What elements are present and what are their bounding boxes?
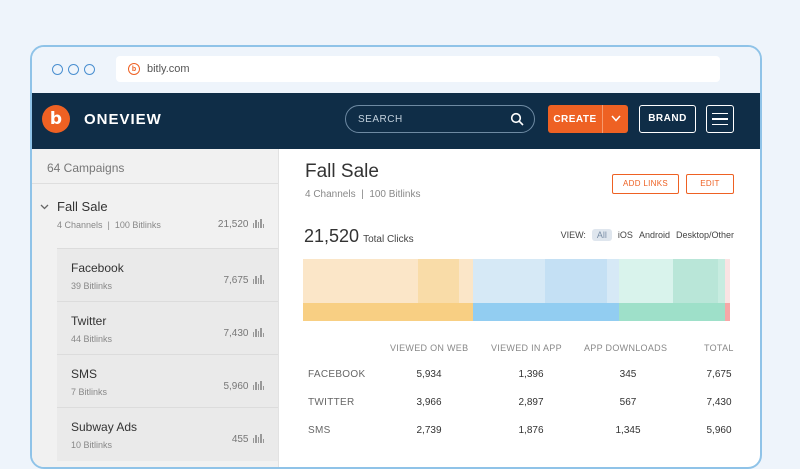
bar-chart-icon <box>252 434 264 443</box>
page-title: Fall Sale <box>305 161 379 182</box>
campaign-item-fall-sale[interactable]: Fall Sale 4 Channels | 100 Bitlinks 21,5… <box>32 184 278 248</box>
channel-name: Twitter <box>71 314 107 328</box>
address-text: bitly.com <box>147 63 190 75</box>
search-icon[interactable] <box>510 112 524 126</box>
search-placeholder: SEARCH <box>358 113 403 125</box>
chart-segment-web-light[interactable] <box>303 259 418 303</box>
bitly-favicon-icon: b <box>128 63 140 75</box>
view-option-android[interactable]: Android <box>639 230 670 240</box>
chart-segment-web-mid[interactable] <box>418 259 459 303</box>
channel-bitlinks: 10 Bitlinks <box>71 440 113 450</box>
address-bar[interactable]: b bitly.com <box>116 56 720 82</box>
table-cell: 1,876 <box>518 425 544 436</box>
table-cell: 7,430 <box>706 397 732 408</box>
chart-bar-app[interactable] <box>473 303 619 321</box>
chart-segment-web-edge[interactable] <box>459 259 473 303</box>
window-minimize-dot[interactable] <box>68 64 79 75</box>
bar-chart-icon <box>252 381 264 390</box>
row-label: SMS <box>308 425 331 436</box>
column-header-total[interactable]: TOTAL <box>704 343 734 353</box>
table-cell: 5,934 <box>416 369 442 380</box>
channel-bitlinks: 7 Bitlinks <box>71 387 108 397</box>
app-header: b ONEVIEW SEARCH CREATE BRAND <box>32 93 760 149</box>
chart-segment-app-edge[interactable] <box>607 259 619 303</box>
chart-segment-download-light[interactable] <box>619 259 673 303</box>
edit-button[interactable]: EDIT <box>686 174 734 194</box>
column-header-downloads[interactable]: APP DOWNLOADS <box>584 343 667 353</box>
total-clicks-value: 21,520 <box>304 226 360 246</box>
bar-chart-icon <box>252 328 264 337</box>
window-close-dot[interactable] <box>52 64 63 75</box>
channel-bitlinks: 39 Bitlinks <box>71 281 113 291</box>
channel-bitlinks: 44 Bitlinks <box>71 334 113 344</box>
channel-name: SMS <box>71 367 98 381</box>
campaign-meta: 4 Channels | 100 Bitlinks <box>57 220 161 230</box>
table-cell: 7,675 <box>706 369 732 380</box>
channel-name: Subway Ads <box>71 420 138 434</box>
bar-chart-icon <box>252 275 264 284</box>
chart-bar-other[interactable] <box>725 303 730 321</box>
browser-window: b bitly.com b ONEVIEW SEARCH CREATE BRAN… <box>30 45 762 469</box>
channel-clicks: 7,430 <box>223 328 264 339</box>
chart-segment-download-edge[interactable] <box>718 259 725 303</box>
chart-segment-app-light[interactable] <box>473 259 545 303</box>
bitly-logo-icon[interactable]: b <box>42 105 70 133</box>
channel-clicks: 7,675 <box>223 275 264 286</box>
channel-item-subway-ads[interactable]: Subway Ads 10 Bitlinks 455 <box>57 407 278 461</box>
channel-name: Facebook <box>71 261 124 275</box>
campaign-clicks: 21,520 <box>218 219 264 230</box>
chart-segment-download-mid[interactable] <box>673 259 718 303</box>
app-name: ONEVIEW <box>84 111 162 128</box>
add-links-button[interactable]: ADD LINKS <box>612 174 679 194</box>
chevron-down-icon[interactable] <box>40 202 49 212</box>
chart-bar-web[interactable] <box>303 303 473 321</box>
campaign-count: 64 Campaigns <box>47 161 125 175</box>
chevron-down-icon[interactable] <box>603 114 628 125</box>
campaign-summary: 4 Channels | 100 Bitlinks <box>305 189 421 200</box>
campaign-detail: Fall Sale 4 Channels | 100 Bitlinks ADD … <box>279 149 760 467</box>
total-clicks-label: Total Clicks <box>363 234 414 245</box>
table-cell: 567 <box>619 397 637 408</box>
browser-chrome: b bitly.com <box>32 47 760 93</box>
chart-segment-other-light[interactable] <box>725 259 730 303</box>
table-cell: 2,739 <box>416 425 442 436</box>
row-label: TWITTER <box>308 397 355 408</box>
column-header-web[interactable]: VIEWED ON WEB <box>390 343 468 353</box>
channel-clicks: 455 <box>232 434 264 445</box>
channel-item-sms[interactable]: SMS 7 Bitlinks 5,960 <box>57 354 278 408</box>
bar-chart-icon <box>252 219 264 228</box>
row-label: FACEBOOK <box>308 369 366 380</box>
table-cell: 5,960 <box>706 425 732 436</box>
chart-segment-app-mid[interactable] <box>545 259 607 303</box>
channel-item-facebook[interactable]: Facebook 39 Bitlinks 7,675 <box>57 248 278 302</box>
hamburger-menu-icon[interactable] <box>706 105 734 133</box>
channel-item-twitter[interactable]: Twitter 44 Bitlinks 7,430 <box>57 301 278 355</box>
brand-button[interactable]: BRAND <box>639 105 696 133</box>
table-cell: 3,966 <box>416 397 442 408</box>
view-option-desktop-other[interactable]: Desktop/Other <box>676 230 734 240</box>
view-option-all[interactable]: All <box>591 229 612 241</box>
table-cell: 2,897 <box>518 397 544 408</box>
create-button[interactable]: CREATE <box>548 105 628 133</box>
total-clicks: 21,520 Total Clicks <box>304 226 414 247</box>
window-maximize-dot[interactable] <box>84 64 95 75</box>
create-label: CREATE <box>553 113 597 125</box>
chart-bar-download[interactable] <box>619 303 725 321</box>
campaign-sidebar: 64 Campaigns Fall Sale 4 Channels | 100 … <box>32 149 279 467</box>
view-filter: VIEW: All iOS Android Desktop/Other <box>555 229 734 241</box>
campaign-name: Fall Sale <box>57 199 108 214</box>
table-cell: 1,396 <box>518 369 544 380</box>
search-input[interactable]: SEARCH <box>345 105 535 133</box>
view-option-ios[interactable]: iOS <box>618 230 633 240</box>
view-label: VIEW: <box>560 230 586 240</box>
channel-clicks: 5,960 <box>223 381 264 392</box>
column-header-app[interactable]: VIEWED IN APP <box>491 343 562 353</box>
table-cell: 1,345 <box>615 425 641 436</box>
clicks-breakdown-chart <box>303 259 730 321</box>
table-cell: 345 <box>619 369 637 380</box>
